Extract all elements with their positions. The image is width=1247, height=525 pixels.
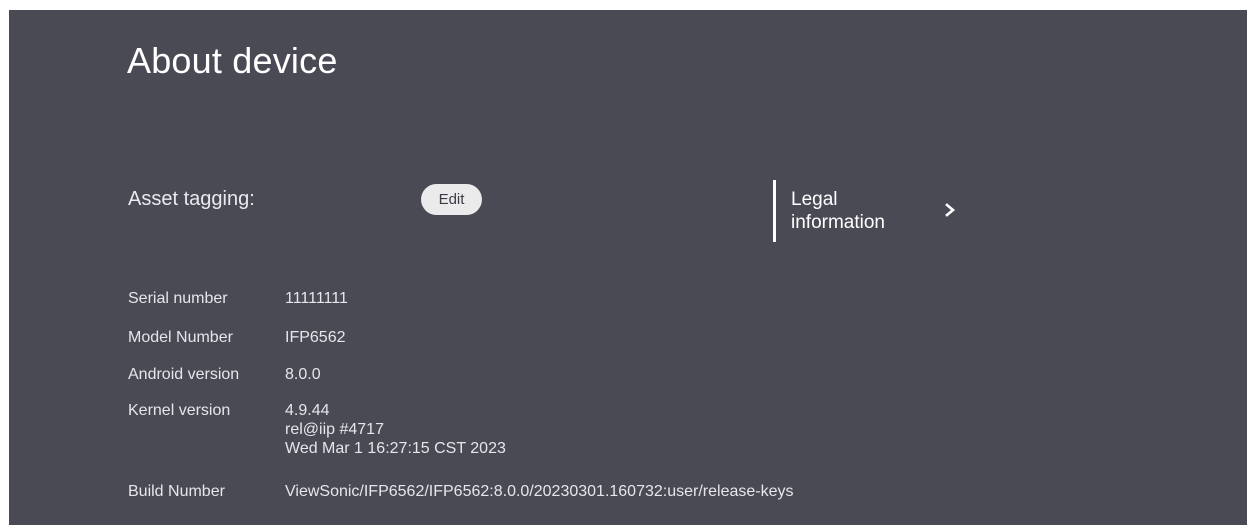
- kernel-version-line2: rel@iip #4717: [285, 421, 384, 438]
- legal-information-label: Legal information: [791, 188, 931, 234]
- build-number-value: ViewSonic/IFP6562/IFP6562:8.0.0/20230301…: [285, 483, 794, 500]
- android-version-label: Android version: [128, 366, 240, 383]
- model-number-label: Model Number: [128, 329, 233, 346]
- android-version-value: 8.0.0: [285, 366, 321, 383]
- edit-button[interactable]: Edit: [421, 184, 482, 215]
- legal-label-line1: Legal: [791, 189, 838, 210]
- kernel-version-label: Kernel version: [128, 402, 231, 419]
- kernel-version-line1: 4.9.44: [285, 402, 330, 419]
- model-number-value: IFP6562: [285, 329, 346, 346]
- chevron-right-icon: [945, 203, 956, 217]
- legal-label-line2: information: [791, 212, 885, 233]
- legal-divider: [773, 180, 776, 242]
- kernel-version-line3: Wed Mar 1 16:27:15 CST 2023: [285, 440, 506, 457]
- kernel-version-value: 4.9.44 rel@iip #4717 Wed Mar 1 16:27:15 …: [285, 401, 506, 458]
- legal-information-item[interactable]: Legal information: [773, 180, 973, 242]
- asset-tagging-label: Asset tagging:: [128, 188, 255, 210]
- serial-number-value: 11111111: [285, 290, 348, 307]
- serial-number-label: Serial number: [128, 290, 228, 307]
- page-title: About device: [127, 40, 338, 81]
- about-device-panel: About device Asset tagging: Edit Legal i…: [9, 10, 1247, 525]
- build-number-label: Build Number: [128, 483, 225, 500]
